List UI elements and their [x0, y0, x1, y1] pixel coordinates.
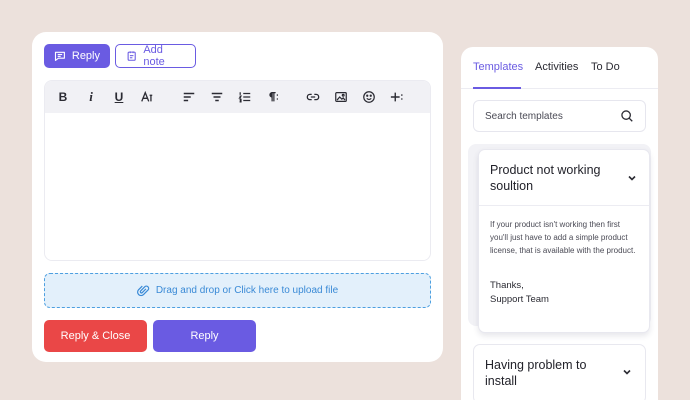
reply-and-close-button[interactable]: Reply & Close [44, 320, 147, 352]
template-title: Having problem to install [485, 358, 587, 388]
send-reply-button[interactable]: Reply [153, 320, 256, 352]
bold-button[interactable]: B [49, 83, 77, 111]
template-search-input[interactable]: Search templates [473, 100, 646, 132]
text-size-button[interactable] [133, 83, 161, 111]
file-upload-dropzone[interactable]: Drag and drop or Click here to upload fi… [44, 273, 431, 308]
formatting-toolbar: B i U [45, 81, 430, 113]
text-size-icon [141, 90, 153, 102]
templates-panel: Templates Activities To Do Search templa… [461, 47, 658, 400]
align-left-button[interactable] [175, 83, 203, 111]
paragraph-icon [269, 92, 278, 102]
reply-and-close-label: Reply & Close [60, 330, 131, 342]
link-icon [306, 93, 320, 101]
tab-to-do[interactable]: To Do [591, 61, 620, 73]
notepad-icon [127, 51, 136, 61]
align-center-icon [211, 92, 223, 102]
panel-tabs: Templates Activities To Do [461, 47, 658, 89]
template-card-collapsed[interactable]: Having problem to install [473, 344, 646, 400]
reply-composer: Reply Add note B i U Drag and drop or Cl… [32, 32, 443, 362]
tab-activities[interactable]: Activities [535, 61, 578, 73]
message-textarea[interactable] [45, 113, 430, 260]
reply-mode-button[interactable]: Reply [44, 44, 110, 68]
chevron-down-icon[interactable] [627, 173, 637, 183]
active-tab-indicator [473, 87, 521, 89]
template-card-header[interactable]: Product not working soultion [479, 150, 649, 206]
ordered-list-icon [238, 92, 251, 103]
image-button[interactable] [327, 83, 355, 111]
template-card-expanded[interactable]: Product not working soultion If your pro… [478, 149, 650, 333]
search-icon[interactable] [620, 109, 634, 123]
ordered-list-button[interactable] [231, 83, 259, 111]
send-reply-label: Reply [190, 330, 219, 342]
chevron-down-icon[interactable] [622, 367, 632, 377]
add-note-label: Add note [143, 44, 165, 68]
image-icon [335, 92, 347, 102]
message-editor: B i U [44, 80, 431, 261]
underline-button[interactable]: U [105, 83, 133, 111]
paperclip-icon [136, 285, 150, 297]
link-button[interactable] [299, 83, 327, 111]
emoji-icon [363, 91, 375, 103]
insert-icon [390, 92, 403, 102]
signature-line-2: Support Team [490, 294, 549, 305]
emoji-button[interactable] [355, 83, 383, 111]
tab-templates[interactable]: Templates [473, 61, 523, 73]
italic-icon: i [89, 89, 93, 104]
signature-line-1: Thanks, [490, 280, 524, 291]
italic-button[interactable]: i [77, 83, 105, 111]
template-title: Product not working soultion [490, 163, 601, 193]
bold-icon: B [58, 90, 68, 104]
insert-button[interactable] [383, 83, 411, 111]
chat-icon [54, 51, 65, 62]
template-body-text: If your product isn't working then first… [490, 220, 636, 255]
align-center-button[interactable] [203, 83, 231, 111]
search-placeholder: Search templates [485, 110, 563, 122]
template-signature: Thanks, Support Team [490, 279, 638, 307]
add-note-button[interactable]: Add note [115, 44, 196, 68]
reply-mode-label: Reply [71, 50, 100, 62]
align-left-icon [183, 92, 195, 102]
dropzone-label: Drag and drop or Click here to upload fi… [155, 285, 339, 296]
paragraph-button[interactable] [259, 83, 287, 111]
template-content: If your product isn't working then first… [479, 206, 649, 307]
underline-icon: U [114, 90, 124, 104]
